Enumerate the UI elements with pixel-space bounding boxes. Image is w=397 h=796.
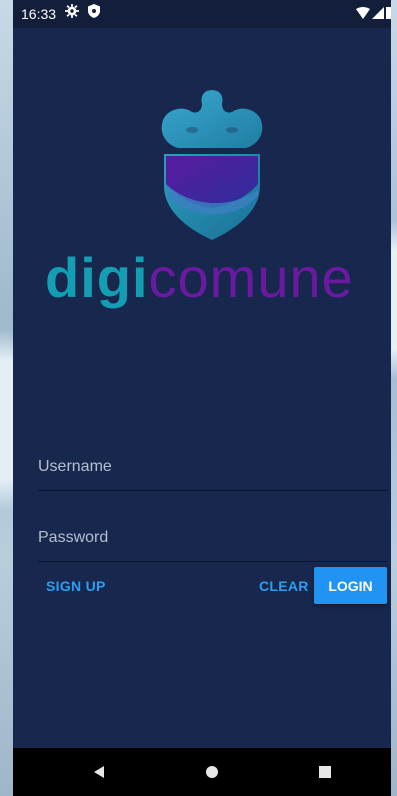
wifi-icon <box>356 6 370 22</box>
brand-wordmark: digicomune <box>45 246 354 310</box>
username-input[interactable] <box>38 458 388 476</box>
status-icons-right <box>356 6 391 22</box>
clear-button[interactable]: CLEAR <box>259 578 309 594</box>
sign-up-button[interactable]: SIGN UP <box>46 578 106 594</box>
gear-icon <box>65 4 79 21</box>
home-icon[interactable] <box>202 762 222 782</box>
status-time: 16:33 <box>21 6 57 22</box>
username-field-container <box>38 440 388 491</box>
brand-name-part1: digi <box>45 246 149 309</box>
recents-icon[interactable] <box>315 762 335 782</box>
status-bar: 16:33 <box>13 0 391 28</box>
shield-icon <box>88 4 100 21</box>
password-field-container <box>38 511 388 562</box>
login-button[interactable]: LOGIN <box>314 567 387 604</box>
brand-name-part2: comune <box>148 246 354 309</box>
signal-icon <box>372 6 384 22</box>
battery-icon <box>386 6 391 22</box>
app-screen: 16:33 digicomune Username SIGN UP CLEAR … <box>13 0 391 796</box>
app-logo <box>161 90 263 240</box>
status-icons-left <box>65 4 100 21</box>
password-input[interactable] <box>38 529 388 547</box>
back-icon[interactable] <box>89 762 109 782</box>
navigation-bar <box>13 748 391 796</box>
